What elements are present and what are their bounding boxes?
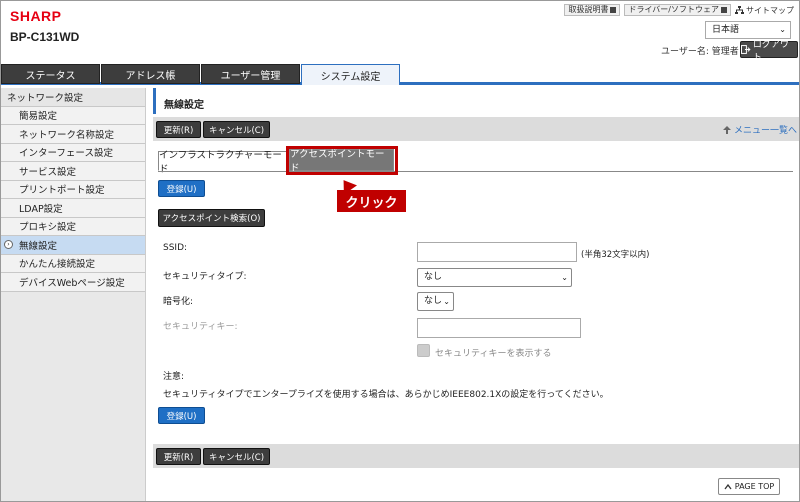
update-button-bottom[interactable]: 更新(R): [156, 448, 201, 465]
menu-list-link[interactable]: メニュー一覧へ: [722, 123, 797, 136]
brand-logo: SHARP: [10, 8, 62, 24]
device-web-page: SHARP BP-C131WD 取扱説明書 ドライバー/ソフトウェア サイトマッ…: [0, 0, 800, 502]
chevron-down-icon: ⌄: [443, 297, 450, 306]
ssid-input[interactable]: [417, 242, 577, 262]
tab-infrastructure-mode[interactable]: インフラストラクチャーモード: [158, 150, 288, 175]
top-toolbar: 更新(R) キャンセル(C) メニュー一覧へ: [153, 117, 799, 141]
device-model: BP-C131WD: [10, 30, 80, 44]
sidebar-item-network-name[interactable]: ネットワーク名称設定: [1, 125, 145, 144]
security-key-label: セキュリティキー:: [163, 322, 238, 332]
top-links: 取扱説明書 ドライバー/ソフトウェア サイトマップ: [564, 4, 794, 16]
register-button-top[interactable]: 登録(U): [158, 180, 205, 197]
external-link-icon: [610, 7, 617, 13]
tab-user-management[interactable]: ユーザー管理: [201, 64, 300, 84]
encryption-select[interactable]: なし ⌄: [417, 292, 454, 311]
bottom-toolbar: 更新(R) キャンセル(C): [153, 444, 799, 468]
main-tabs: ステータス アドレス帳 ユーザー管理 システム設定: [1, 64, 799, 85]
click-highlight-frame: [286, 146, 398, 175]
ssid-label: SSID:: [163, 243, 188, 253]
sidebar-item-device-web-page[interactable]: デバイスWebページ設定: [1, 273, 145, 292]
show-key-checkbox[interactable]: [417, 344, 430, 357]
chevron-up-icon: [724, 483, 732, 489]
sidebar: ネットワーク設定 簡易設定 ネットワーク名称設定 インターフェース設定 サービス…: [1, 88, 146, 501]
tab-system-settings[interactable]: システム設定: [301, 64, 400, 85]
logout-button[interactable]: ログアウト: [740, 40, 798, 63]
external-link-icon: [721, 7, 727, 13]
click-callout: クリック: [337, 190, 406, 212]
security-type-select[interactable]: なし ⌄: [417, 268, 572, 287]
cancel-button[interactable]: キャンセル(C): [203, 121, 270, 138]
cancel-button-bottom[interactable]: キャンセル(C): [203, 448, 270, 465]
page-title: 無線設定: [164, 100, 204, 111]
security-type-label: セキュリティタイプ:: [163, 272, 247, 282]
access-point-search-button[interactable]: アクセスポイント検索(O): [158, 209, 265, 227]
tab-address-book[interactable]: アドレス帳: [101, 64, 200, 84]
sidebar-item-easy-connect[interactable]: かんたん接続設定: [1, 254, 145, 273]
manual-link[interactable]: 取扱説明書: [564, 4, 621, 16]
tab-status[interactable]: ステータス: [1, 64, 100, 84]
page-title-bar: 無線設定: [153, 88, 799, 114]
encryption-label: 暗号化:: [163, 297, 194, 307]
sidebar-item-services[interactable]: サービス設定: [1, 162, 145, 181]
sidebar-item-print-port[interactable]: プリントポート設定: [1, 180, 145, 199]
chevron-down-icon: ⌄: [561, 273, 568, 282]
register-button-bottom[interactable]: 登録(U): [158, 407, 205, 424]
sidebar-item-interface[interactable]: インターフェース設定: [1, 143, 145, 162]
sidebar-item-proxy[interactable]: プロキシ設定: [1, 217, 145, 236]
subtabs-divider: [158, 171, 793, 172]
sidebar-item-quick-setup[interactable]: 簡易設定: [1, 106, 145, 125]
driver-link[interactable]: ドライバー/ソフトウェア: [624, 4, 731, 16]
security-key-input[interactable]: [417, 318, 581, 338]
chevron-right-icon: ›: [4, 240, 13, 249]
arrow-up-icon: [722, 125, 731, 134]
update-button[interactable]: 更新(R): [156, 121, 201, 138]
ssid-hint: (半角32文字以内): [581, 250, 650, 260]
sitemap-icon: [735, 5, 744, 14]
note-title: 注意:: [163, 372, 185, 382]
user-name: ユーザー名: 管理者: [661, 47, 739, 57]
sidebar-item-ldap[interactable]: LDAP設定: [1, 199, 145, 218]
sidebar-item-wireless[interactable]: › 無線設定: [1, 236, 145, 255]
sitemap-link[interactable]: サイトマップ: [735, 5, 794, 16]
show-key-label: セキュリティキーを表示する: [435, 349, 552, 359]
note-text: セキュリティタイプでエンタープライズを使用する場合は、あらかじめIEEE802.…: [163, 390, 609, 400]
page-top-button[interactable]: PAGE TOP: [718, 478, 780, 495]
sidebar-item-network-settings[interactable]: ネットワーク設定: [1, 88, 145, 107]
logout-icon: [741, 45, 751, 54]
